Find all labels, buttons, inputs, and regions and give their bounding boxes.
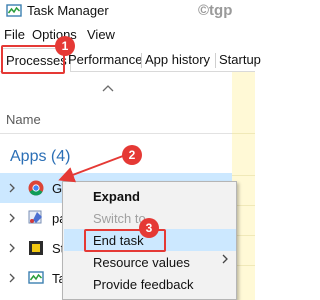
menu-item-resource-values[interactable]: Resource values <box>93 255 190 270</box>
menu-view[interactable]: View <box>87 27 115 42</box>
tab-startup[interactable]: Startup <box>216 48 264 72</box>
paint-icon <box>28 210 42 224</box>
group-label-apps: Apps (4) <box>10 148 71 165</box>
chevron-up-icon[interactable] <box>100 83 116 93</box>
step-badge: 1 <box>55 36 75 56</box>
chevron-right-icon[interactable] <box>8 183 16 193</box>
step-badge: 2 <box>122 145 142 165</box>
submenu-arrow-icon <box>222 254 228 264</box>
row-label: G <box>52 181 63 196</box>
sticky-notes-icon <box>29 241 43 255</box>
window-title: Task Manager <box>27 3 109 18</box>
menu-item-switch-to: Switch to <box>93 211 146 226</box>
menu-file[interactable]: File <box>4 27 25 42</box>
watermark: ©tgp <box>198 2 233 19</box>
title-bar: Task Manager ©tgp <box>0 0 255 24</box>
tab-app-history[interactable]: App history <box>142 48 213 72</box>
step-badge: 3 <box>139 218 159 238</box>
menu-item-provide-feedback[interactable]: Provide feedback <box>93 277 193 292</box>
column-header-name[interactable]: Name <box>6 112 41 127</box>
tab-performance[interactable]: Performance <box>65 48 145 72</box>
chrome-icon <box>28 180 44 196</box>
chevron-right-icon[interactable] <box>8 243 16 253</box>
chevron-right-icon[interactable] <box>8 213 16 223</box>
task-manager-icon <box>6 4 22 17</box>
menu-item-expand[interactable]: Expand <box>93 189 140 204</box>
chevron-right-icon[interactable] <box>8 273 16 283</box>
header-divider <box>0 133 232 134</box>
task-manager-icon <box>28 271 44 284</box>
